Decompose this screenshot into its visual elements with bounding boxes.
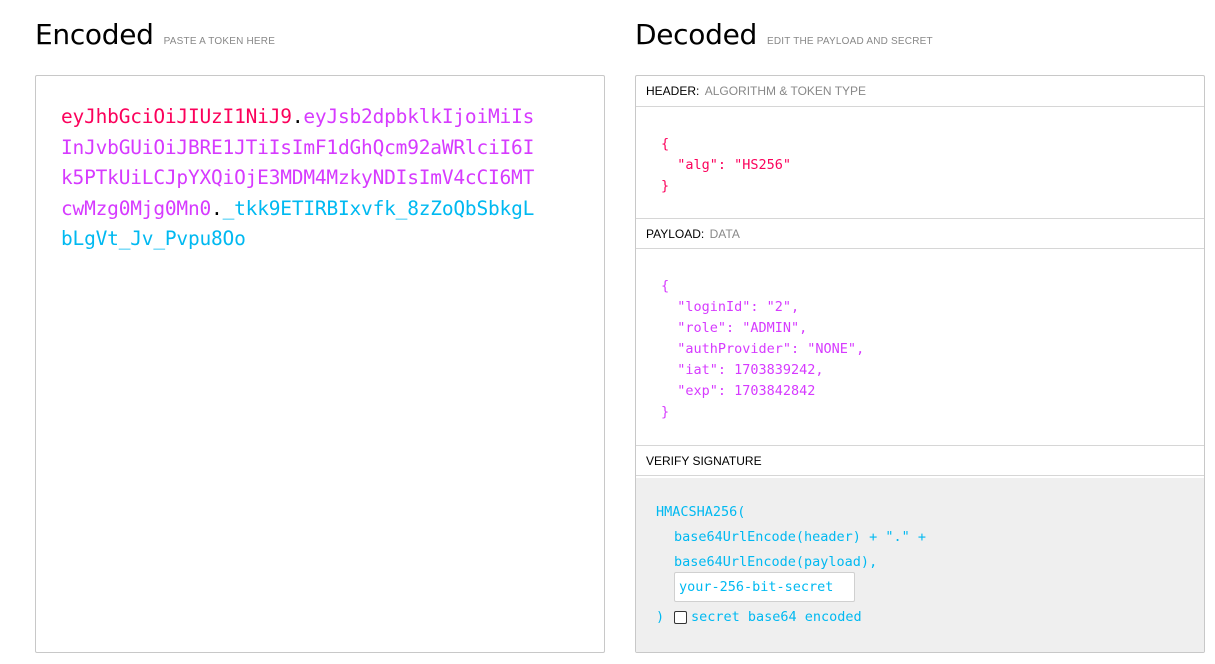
secret-base64-checkbox[interactable] bbox=[674, 611, 687, 624]
payload-json-editor[interactable]: { "loginId": "2", "role": "ADMIN", "auth… bbox=[661, 276, 864, 423]
payload-section-title: PAYLOAD: DATA bbox=[636, 218, 1204, 249]
secret-base64-label[interactable]: secret base64 encoded bbox=[691, 605, 862, 630]
header-json-editor[interactable]: { "alg": "HS256" } bbox=[661, 134, 791, 197]
token-separator-dot: . bbox=[211, 196, 223, 220]
token-separator-dot: . bbox=[291, 105, 304, 128]
encoded-token-editor[interactable]: eyJhbGciOiJIUzI1NiJ9.eyJsb2dpbklkIjoiMiI… bbox=[35, 75, 605, 653]
verify-section-title: VERIFY SIGNATURE bbox=[636, 445, 1204, 476]
hmac-close-paren: ) bbox=[656, 609, 665, 625]
encoded-heading: Encoded bbox=[35, 18, 154, 51]
decoded-heading: Decoded bbox=[635, 18, 757, 51]
encoded-title-group: Encoded PASTE A TOKEN HERE bbox=[35, 18, 275, 51]
hmac-function-line: HMACSHA256( bbox=[656, 504, 746, 520]
decoded-hint: EDIT THE PAYLOAD AND SECRET bbox=[767, 36, 933, 47]
header-section-sublabel: ALGORITHM & TOKEN TYPE bbox=[704, 84, 867, 98]
decoded-panel: HEADER: ALGORITHM & TOKEN TYPE { "alg": … bbox=[635, 75, 1205, 653]
header-section-label: HEADER: bbox=[646, 84, 700, 98]
encoded-hint: PASTE A TOKEN HERE bbox=[163, 36, 276, 47]
encoded-token-text[interactable]: eyJhbGciOiJIUzI1NiJ9.eyJsb2dpbklkIjoiMiI… bbox=[61, 102, 541, 255]
token-header-part: eyJhbGciOiJIUzI1NiJ9 bbox=[61, 105, 292, 128]
payload-section-sublabel: DATA bbox=[709, 227, 740, 241]
decoded-title-group: Decoded EDIT THE PAYLOAD AND SECRET bbox=[635, 18, 933, 51]
verify-section-label: VERIFY SIGNATURE bbox=[646, 454, 762, 468]
verify-signature-body: HMACSHA256( base64UrlEncode(header) + ".… bbox=[636, 478, 1204, 652]
payload-section-label: PAYLOAD: bbox=[646, 227, 705, 241]
header-section-title: HEADER: ALGORITHM & TOKEN TYPE bbox=[636, 76, 1204, 107]
hmac-header-line: base64UrlEncode(header) + "." + bbox=[674, 529, 926, 545]
secret-input[interactable] bbox=[674, 572, 855, 602]
